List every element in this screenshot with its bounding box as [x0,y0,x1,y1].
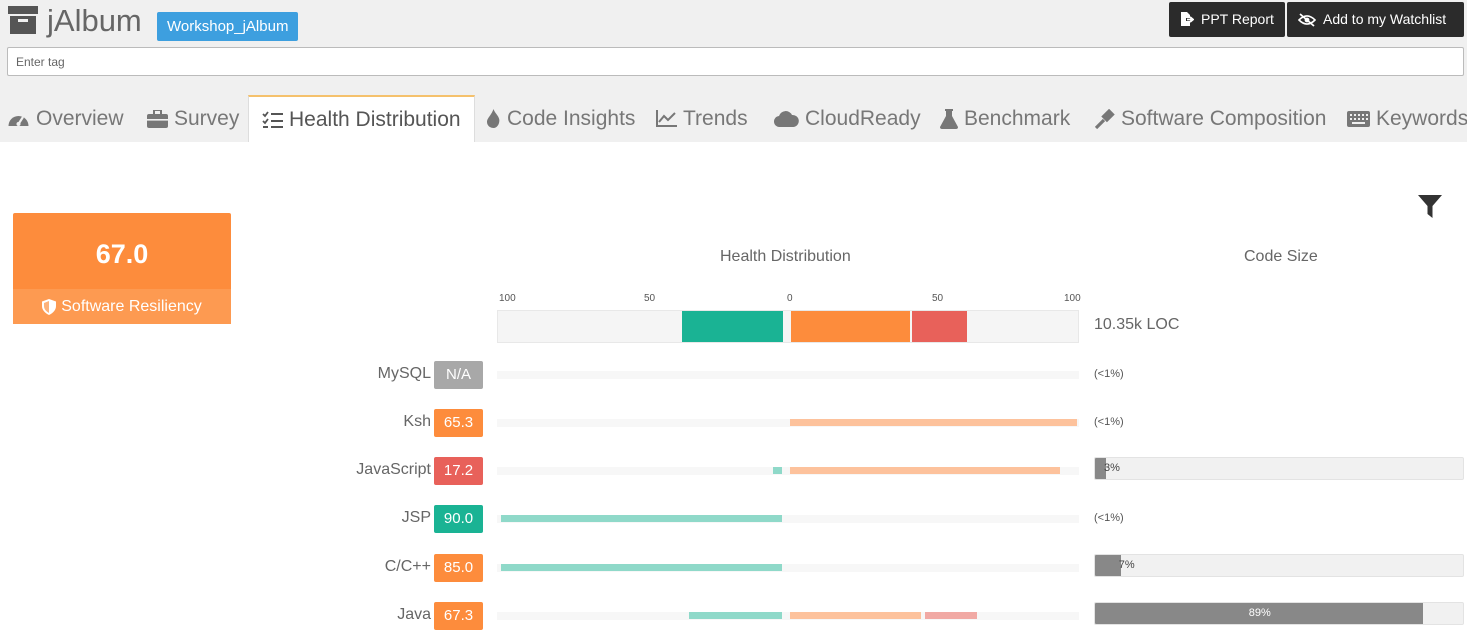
summary-health-bar [497,310,1079,343]
tab-overview-label: Overview [36,106,124,130]
tab-cloudready-label: CloudReady [805,106,921,130]
code-size-bar[interactable]: 89% [1094,602,1464,625]
total-loc: 10.35k LOC [1094,316,1180,333]
technology-name: Ksh [403,413,431,430]
summary-poor-segment[interactable] [911,311,967,342]
technology-score-badge[interactable]: 67.3 [434,602,483,630]
code-size-percent: (<1%) [1094,368,1124,380]
tab-keywords-label: Keywords [1376,106,1467,130]
flame-icon [487,109,500,128]
tab-code-insights-label: Code Insights [507,106,636,130]
good-bar[interactable] [773,467,782,474]
good-bar[interactable] [689,612,782,619]
eye-slash-icon [1298,12,1316,27]
app-title: jAlbum [47,3,142,38]
tab-software-composition[interactable]: Software Composition [1095,95,1326,142]
archive-icon [8,6,38,34]
tab-trends[interactable]: Trends [656,95,748,142]
tab-cloudready[interactable]: CloudReady [774,95,921,142]
axis-tick: 50 [644,293,656,304]
medium-bar[interactable] [790,419,1078,426]
tab-trends-label: Trends [683,106,748,130]
workspace-badge[interactable]: Workshop_jAlbum [157,12,299,41]
code-size-bar[interactable]: 3% [1094,457,1464,480]
summary-good-segment[interactable] [681,311,783,342]
technology-score-badge[interactable]: 17.2 [434,457,483,485]
tab-health-distribution-label: Health Distribution [289,107,461,131]
shield-icon [42,298,57,315]
ppt-report-label: PPT Report [1201,11,1274,27]
technology-health-track [497,371,1079,379]
technology-name: MySQL [377,365,431,382]
briefcase-icon [147,109,168,128]
code-size-percent: 7% [1118,559,1135,571]
code-size-percent: (<1%) [1094,416,1124,428]
resiliency-score: 67.0 [95,239,149,269]
keyboard-icon [1347,110,1370,127]
code-size-header: Code Size [1244,248,1318,265]
poor-bar[interactable] [924,612,977,619]
technology-name: Java [397,606,431,623]
technology-score-badge[interactable]: 65.3 [434,409,483,437]
gavel-icon [1095,108,1115,129]
dashboard-icon [8,115,29,126]
resiliency-footer: Software Resiliency [13,289,231,324]
good-bar[interactable] [500,564,782,571]
filter-icon[interactable] [1417,194,1443,219]
axis-tick: 50 [932,293,944,304]
code-size-percent: 89% [1248,607,1271,619]
axis-tick: 0 [787,293,793,304]
tab-benchmark[interactable]: Benchmark [940,95,1070,142]
axis-tick: 100 [1064,293,1081,304]
add-watchlist-label: Add to my Watchlist [1323,11,1447,27]
cloud-icon [774,111,799,127]
line-chart-icon [656,110,677,127]
code-size-percent: 3% [1104,462,1120,474]
technology-score-badge[interactable]: 90.0 [434,505,483,533]
tab-survey-label: Survey [174,106,240,130]
tab-software-composition-label: Software Composition [1121,106,1327,130]
file-export-icon [1181,12,1194,26]
tab-survey[interactable]: Survey [147,95,239,142]
technology-name: C/C++ [384,558,431,575]
technology-name: JSP [401,509,431,526]
software-resiliency-card[interactable]: 67.0 Software Resiliency [13,213,231,324]
medium-bar[interactable] [790,467,1060,474]
checklist-icon [262,110,283,128]
summary-medium-segment[interactable] [791,311,910,342]
code-size-fill [1095,555,1121,576]
tag-input[interactable] [7,47,1464,76]
tab-overview[interactable]: Overview [7,95,124,142]
code-size-percent: (<1%) [1094,512,1124,524]
tab-benchmark-label: Benchmark [964,106,1071,130]
resiliency-label: Software Resiliency [61,297,202,315]
code-size-bar[interactable]: 7% [1094,554,1464,577]
technology-score-badge[interactable]: 85.0 [434,554,483,582]
health-distribution-header: Health Distribution [720,248,851,265]
medium-bar[interactable] [790,612,921,619]
add-watchlist-button[interactable]: Add to my Watchlist [1287,2,1464,37]
tab-code-insights[interactable]: Code Insights [486,95,635,142]
technology-name: JavaScript [356,461,431,478]
good-bar[interactable] [500,515,782,522]
ppt-report-button[interactable]: PPT Report [1169,2,1285,37]
technology-health-track [497,612,1079,620]
tab-keywords[interactable]: Keywords [1347,95,1467,142]
flask-icon [940,108,958,129]
technology-score-badge[interactable]: N/A [434,361,483,389]
axis-tick: 100 [499,293,516,304]
tab-health-distribution[interactable]: Health Distribution [248,95,475,142]
